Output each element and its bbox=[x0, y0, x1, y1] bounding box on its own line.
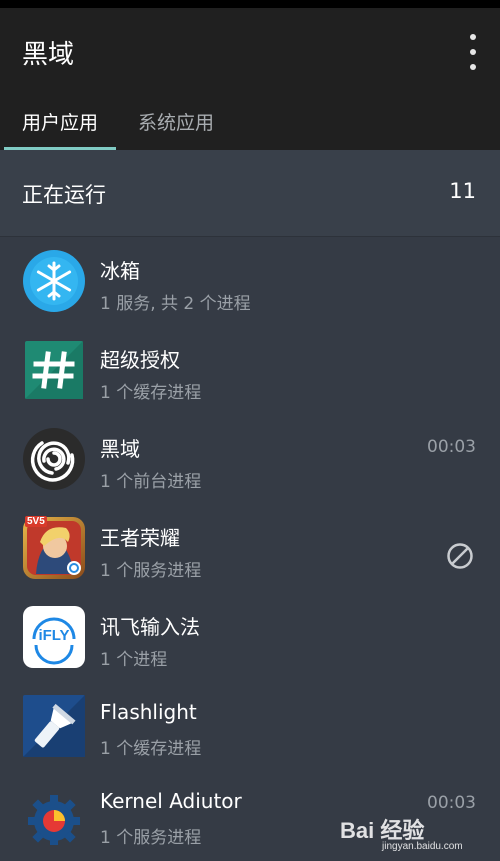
list-item[interactable]: 超级授权 1 个缓存进程 bbox=[0, 326, 500, 415]
run-time: 00:03 bbox=[427, 793, 476, 813]
tab-system-apps[interactable]: 系统应用 bbox=[120, 96, 232, 150]
tab-bar: 用户应用 系统应用 bbox=[0, 96, 232, 150]
list-item[interactable]: Flashlight 1 个缓存进程 bbox=[0, 682, 500, 771]
app-name: 讯飞输入法 bbox=[100, 615, 200, 639]
spiral-icon bbox=[22, 427, 86, 491]
overflow-menu-icon[interactable] bbox=[462, 30, 484, 74]
app-process-info: 1 个服务进程 bbox=[100, 828, 202, 848]
app-name: Flashlight bbox=[100, 700, 197, 724]
run-time: 00:03 bbox=[427, 437, 476, 457]
app-name: 黑域 bbox=[100, 437, 140, 461]
watermark-url: jingyan.baidu.com bbox=[382, 841, 463, 852]
list-item[interactable]: 黑域 1 个前台进程 00:03 bbox=[0, 415, 500, 504]
list-item[interactable]: 冰箱 1 服务, 共 2 个进程 bbox=[0, 237, 500, 326]
ifly-icon: iFLY bbox=[22, 605, 86, 669]
status-bar bbox=[0, 0, 500, 8]
game-badge: 5V5 bbox=[25, 516, 47, 527]
snowflake-icon bbox=[22, 249, 86, 313]
blocked-icon[interactable] bbox=[446, 542, 474, 570]
app-process-info: 1 个前台进程 bbox=[100, 472, 202, 492]
flashlight-icon bbox=[22, 694, 86, 758]
app-name: 冰箱 bbox=[100, 259, 140, 283]
game-icon: 5V5 bbox=[22, 516, 86, 580]
list-item[interactable]: 5V5 王者荣耀 1 个服务进程 bbox=[0, 504, 500, 593]
app-process-info: 1 服务, 共 2 个进程 bbox=[100, 294, 251, 314]
hash-icon bbox=[22, 338, 86, 402]
section-title: 正在运行 bbox=[22, 183, 106, 207]
app-name: 王者荣耀 bbox=[100, 526, 180, 550]
gear-icon bbox=[22, 783, 86, 847]
app-process-info: 1 个缓存进程 bbox=[100, 383, 202, 403]
tab-user-apps[interactable]: 用户应用 bbox=[4, 96, 117, 150]
ifly-logo-text: iFLY bbox=[38, 627, 70, 644]
running-section-header: 正在运行 11 bbox=[0, 150, 500, 237]
baidu-jingyan-watermark: Bai 经验 jingyan.baidu.com bbox=[340, 813, 490, 855]
app-title: 黑域 bbox=[22, 40, 75, 70]
app-name: 超级授权 bbox=[100, 348, 180, 372]
app-process-info: 1 个进程 bbox=[100, 650, 168, 670]
app-process-info: 1 个服务进程 bbox=[100, 561, 202, 581]
running-count: 11 bbox=[449, 179, 476, 203]
app-bar: 黑域 用户应用 系统应用 bbox=[0, 8, 500, 150]
app-list: 冰箱 1 服务, 共 2 个进程 超级授权 1 个缓存进程 黑域 1 个前台进程… bbox=[0, 237, 500, 860]
app-process-info: 1 个缓存进程 bbox=[100, 739, 202, 759]
app-name: Kernel Adiutor bbox=[100, 789, 242, 813]
list-item[interactable]: iFLY 讯飞输入法 1 个进程 bbox=[0, 593, 500, 682]
